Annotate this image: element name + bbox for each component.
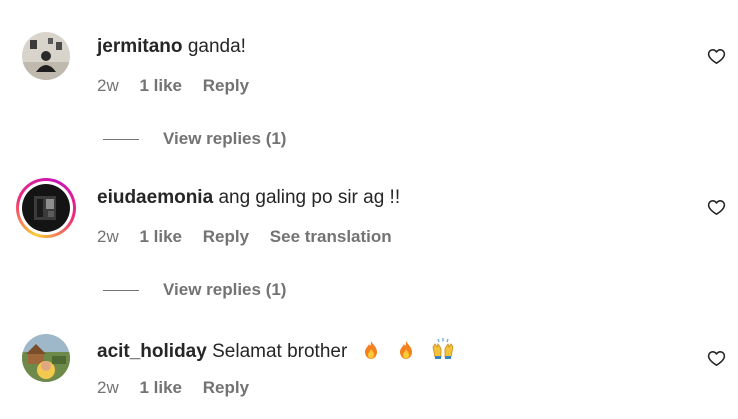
reply-button[interactable]: Reply xyxy=(203,76,249,95)
heart-outline-icon[interactable] xyxy=(707,198,726,217)
fire-emoji xyxy=(364,341,377,359)
comment-body: ang galing po sir ag !! xyxy=(218,187,401,208)
replies-divider-line xyxy=(103,290,139,291)
comment-text-line: jermitano ganda! xyxy=(97,35,246,59)
view-replies-label[interactable]: View replies (1) xyxy=(163,280,286,300)
heart-outline-icon[interactable] xyxy=(707,47,726,66)
see-translation-button[interactable]: See translation xyxy=(270,227,392,246)
comment-body: ganda! xyxy=(187,36,246,57)
avatar-story-ring[interactable] xyxy=(16,178,76,238)
comment-text-line: acit_holiday Selamat brother xyxy=(97,338,455,364)
reply-button[interactable]: Reply xyxy=(203,378,249,397)
comment-time: 2w xyxy=(97,76,119,95)
comment-username[interactable]: jermitano xyxy=(97,36,183,57)
comment-time: 2w xyxy=(97,227,119,246)
comment-meta: 2w 1 like Reply xyxy=(97,76,265,96)
comment-likes[interactable]: 1 like xyxy=(139,76,182,95)
comment-text-line: eiudaemonia ang galing po sir ag !! xyxy=(97,186,400,210)
comment-meta: 2w 1 like Reply xyxy=(97,378,265,398)
comment-likes[interactable]: 1 like xyxy=(139,378,182,397)
avatar[interactable] xyxy=(22,32,70,80)
reply-button[interactable]: Reply xyxy=(203,227,249,246)
comment-time: 2w xyxy=(97,378,119,397)
comment-username[interactable]: acit_holiday xyxy=(97,341,207,362)
avatar[interactable] xyxy=(22,184,70,232)
fire-emoji xyxy=(399,341,412,359)
comment-body: Selamat brother xyxy=(212,341,348,362)
view-replies-label[interactable]: View replies (1) xyxy=(163,129,286,149)
avatar[interactable] xyxy=(22,334,70,382)
comment-username[interactable]: eiudaemonia xyxy=(97,187,213,208)
heart-outline-icon[interactable] xyxy=(707,349,726,368)
replies-divider-line xyxy=(103,139,139,140)
raising-hands-emoji xyxy=(432,338,454,359)
comment-likes[interactable]: 1 like xyxy=(139,227,182,246)
comment-meta: 2w 1 like Reply See translation xyxy=(97,227,408,247)
